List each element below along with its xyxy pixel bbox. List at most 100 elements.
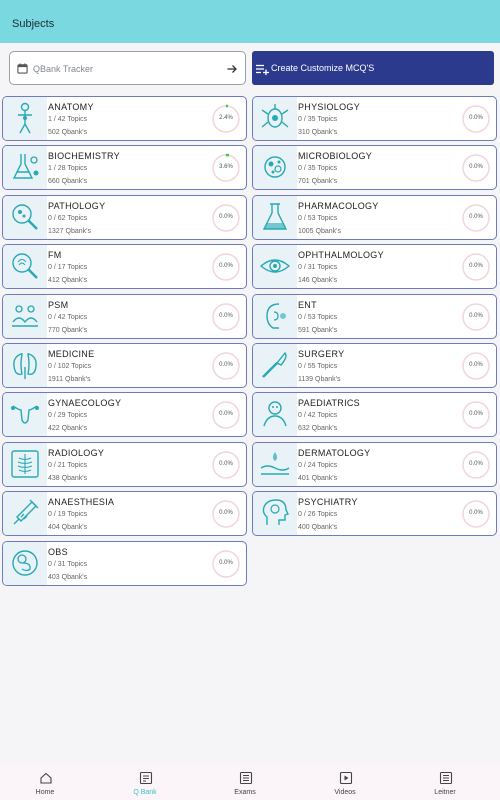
subject-topics: 0 / 21 Topics xyxy=(48,462,88,469)
pathology-icon xyxy=(12,204,38,230)
progress-percent: 0.0% xyxy=(219,214,233,220)
subject-thumbnail xyxy=(3,97,47,140)
create-customize-mcq-label: Create Customize MCQ'S xyxy=(271,63,375,73)
subject-name: MICROBIOLOGY xyxy=(298,151,373,161)
subject-qbank-count: 1005 Qbank's xyxy=(298,228,341,235)
progress-percent: 0.0% xyxy=(469,313,483,319)
subject-thumbnail xyxy=(3,196,47,239)
ent-icon xyxy=(266,303,286,329)
subject-name: BIOCHEMISTRY xyxy=(48,151,120,161)
progress-ring: 0.0% xyxy=(461,302,491,332)
progress-ring: 0.0% xyxy=(211,499,241,529)
progress-ring: 0.0% xyxy=(461,499,491,529)
subject-card-obs[interactable]: OBS 0 / 31 Topics 403 Qbank's 0.0% xyxy=(2,541,247,586)
progress-percent: 0.0% xyxy=(469,510,483,516)
subject-topics: 1 / 42 Topics xyxy=(48,116,88,123)
subject-thumbnail xyxy=(253,196,297,239)
psm-icon xyxy=(12,305,38,327)
subject-card-gynaecology[interactable]: GYNAECOLOGY 0 / 29 Topics 422 Qbank's 0.… xyxy=(2,392,247,437)
progress-ring: 0.0% xyxy=(211,450,241,480)
progress-percent: 0.0% xyxy=(219,510,233,516)
pharmacology-icon xyxy=(262,203,288,230)
exams-icon xyxy=(239,771,253,785)
progress-percent: 0.0% xyxy=(469,411,483,417)
subject-thumbnail xyxy=(3,393,47,436)
subject-card-anatomy[interactable]: ANATOMY 1 / 42 Topics 502 Qbank's 2.4% xyxy=(2,96,247,141)
subject-card-pathology[interactable]: PATHOLOGY 0 / 62 Topics 1327 Qbank's 0.0… xyxy=(2,195,247,240)
subject-name: OBS xyxy=(48,547,68,557)
subject-card-ent[interactable]: ENT 0 / 53 Topics 591 Qbank's 0.0% xyxy=(252,294,497,339)
qbank-tracker-label: QBank Tracker xyxy=(33,64,94,74)
progress-percent: 0.0% xyxy=(219,263,233,269)
subject-topics: 0 / 42 Topics xyxy=(298,412,338,419)
subject-card-anaesthesia[interactable]: ANAESTHESIA 0 / 19 Topics 404 Qbank's 0.… xyxy=(2,491,247,536)
subject-thumbnail xyxy=(3,492,47,535)
subject-card-paediatrics[interactable]: PAEDIATRICS 0 / 42 Topics 632 Qbank's 0.… xyxy=(252,392,497,437)
app-bar: Subjects xyxy=(0,0,500,43)
subject-card-dermatology[interactable]: DERMATOLOGY 0 / 24 Topics 401 Qbank's 0.… xyxy=(252,442,497,487)
progress-percent: 3.6% xyxy=(219,164,233,170)
subject-topics: 0 / 31 Topics xyxy=(48,561,88,568)
subject-qbank-count: 400 Qbank's xyxy=(298,524,338,531)
subject-thumbnail xyxy=(3,146,47,189)
subject-topics: 0 / 62 Topics xyxy=(48,215,88,222)
nav-item-home[interactable]: Home xyxy=(0,769,95,799)
subject-qbank-count: 403 Qbank's xyxy=(48,574,88,581)
progress-ring: 0.0% xyxy=(461,252,491,282)
nav-item-videos[interactable]: Videos xyxy=(295,769,395,799)
nav-item-leitner[interactable]: Leitner xyxy=(395,769,495,799)
subject-qbank-count: 146 Qbank's xyxy=(298,277,338,284)
progress-percent: 0.0% xyxy=(469,461,483,467)
progress-ring: 0.0% xyxy=(211,400,241,430)
progress-ring: 2.4% xyxy=(211,104,241,134)
videos-icon xyxy=(339,771,353,785)
progress-ring: 3.6% xyxy=(211,153,241,183)
subject-card-radiology[interactable]: RADIOLOGY 0 / 21 Topics 438 Qbank's 0.0% xyxy=(2,442,247,487)
progress-ring: 0.0% xyxy=(211,252,241,282)
subject-name: PSM xyxy=(48,300,69,310)
leitner-icon xyxy=(439,771,453,785)
nav-label: Home xyxy=(35,789,55,796)
bottom-navigation: Home Q Bank Exams Videos Leitner xyxy=(0,765,500,800)
progress-percent: 0.0% xyxy=(469,214,483,220)
uterus-icon xyxy=(11,405,39,424)
subject-topics: 1 / 28 Topics xyxy=(48,165,88,172)
skin-icon xyxy=(260,452,290,475)
subject-topics: 0 / 17 Topics xyxy=(48,264,88,271)
nav-item-exams[interactable]: Exams xyxy=(195,769,295,799)
subject-card-pharmacology[interactable]: PHARMACOLOGY 0 / 53 Topics 1005 Qbank's … xyxy=(252,195,497,240)
progress-ring: 0.0% xyxy=(211,302,241,332)
progress-percent: 0.0% xyxy=(469,115,483,121)
subject-name: DERMATOLOGY xyxy=(298,448,371,458)
subject-thumbnail xyxy=(253,97,297,140)
subject-card-psm[interactable]: PSM 0 / 42 Topics 770 Qbank's 0.0% xyxy=(2,294,247,339)
subject-name: RADIOLOGY xyxy=(48,448,105,458)
subject-card-ophthalmology[interactable]: OPHTHALMOLOGY 0 / 31 Topics 146 Qbank's … xyxy=(252,244,497,289)
subject-qbank-count: 1327 Qbank's xyxy=(48,228,91,235)
subject-card-surgery[interactable]: SURGERY 0 / 55 Topics 1139 Qbank's 0.0% xyxy=(252,343,497,388)
arrow-right-icon[interactable] xyxy=(226,62,238,80)
qbank-icon xyxy=(139,771,153,785)
subject-card-psychiatry[interactable]: PSYCHIATRY 0 / 26 Topics 400 Qbank's 0.0… xyxy=(252,491,497,536)
nav-item-q-bank[interactable]: Q Bank xyxy=(95,769,195,799)
subject-name: PAEDIATRICS xyxy=(298,398,360,408)
subject-name: GYNAECOLOGY xyxy=(48,398,122,408)
anatomy-icon xyxy=(18,102,32,134)
create-customize-mcq-button[interactable]: Create Customize MCQ'S xyxy=(252,51,494,85)
subject-name: ANATOMY xyxy=(48,102,94,112)
physiology-icon xyxy=(261,104,289,128)
subject-qbank-count: 502 Qbank's xyxy=(48,129,88,136)
subject-card-microbiology[interactable]: MICROBIOLOGY 0 / 35 Topics 701 Qbank's 0… xyxy=(252,145,497,190)
subject-name: FM xyxy=(48,250,62,260)
subject-card-fm[interactable]: FM 0 / 17 Topics 412 Qbank's 0.0% xyxy=(2,244,247,289)
subject-qbank-count: 412 Qbank's xyxy=(48,277,88,284)
subject-card-physiology[interactable]: PHYSIOLOGY 0 / 35 Topics 310 Qbank's 0.0… xyxy=(252,96,497,141)
subject-card-medicine[interactable]: MEDICINE 0 / 102 Topics 1911 Qbank's 0.0… xyxy=(2,343,247,388)
subject-name: PSYCHIATRY xyxy=(298,497,358,507)
subject-card-biochemistry[interactable]: BIOCHEMISTRY 1 / 28 Topics 660 Qbank's 3… xyxy=(2,145,247,190)
subject-topics: 0 / 29 Topics xyxy=(48,412,88,419)
qbank-tracker-field[interactable]: QBank Tracker xyxy=(9,51,246,85)
progress-ring: 0.0% xyxy=(211,351,241,381)
subject-qbank-count: 401 Qbank's xyxy=(298,475,338,482)
subject-qbank-count: 701 Qbank's xyxy=(298,178,338,185)
